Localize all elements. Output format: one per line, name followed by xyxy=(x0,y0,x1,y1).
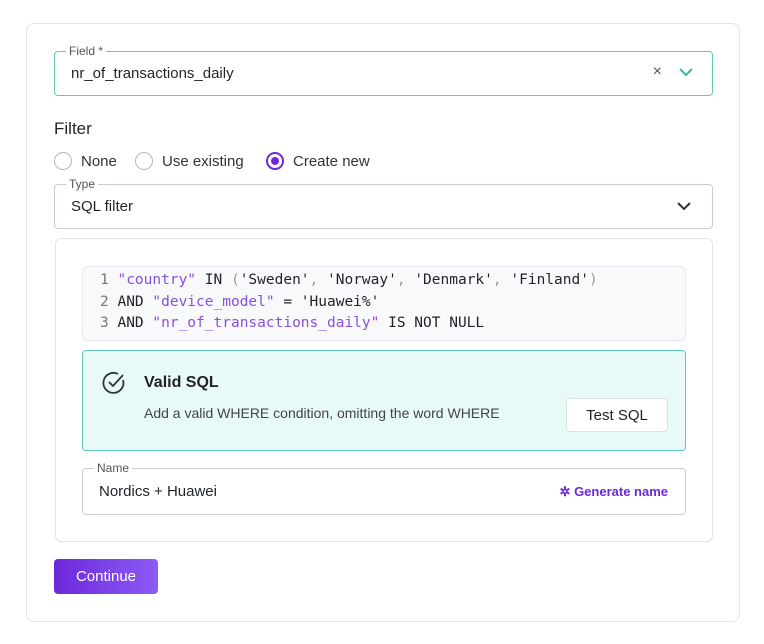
validation-box: Valid SQL Add a valid WHERE condition, o… xyxy=(82,350,686,451)
code-token: AND xyxy=(117,293,153,310)
generate-name-button[interactable]: ✲ Generate name xyxy=(560,484,668,500)
code-token: = 'Huawei%' xyxy=(274,293,380,310)
type-value: SQL filter xyxy=(71,198,133,215)
generate-name-label: Generate name xyxy=(574,484,668,499)
code-line: 3 AND "nr_of_transactions_daily" IS NOT … xyxy=(100,313,685,335)
field-value: nr_of_transactions_daily xyxy=(71,65,234,82)
name-label: Name xyxy=(94,461,133,475)
sql-editor[interactable]: 1 "country" IN ('Sweden', 'Norway', 'Den… xyxy=(82,266,686,341)
chevron-down-icon xyxy=(677,202,691,211)
code-line: 2 AND "device_model" = 'Huawei%' xyxy=(100,292,685,314)
chevron-down-icon[interactable] xyxy=(678,66,694,78)
radio-label: None xyxy=(81,152,117,170)
code-line: 1 "country" IN ('Sweden', 'Norway', 'Den… xyxy=(100,270,685,292)
code-token: , xyxy=(492,272,511,288)
validation-title: Valid SQL xyxy=(144,374,219,391)
radio-label: Use existing xyxy=(162,152,244,170)
field-label: Field * xyxy=(66,44,107,58)
radio-none[interactable]: None xyxy=(54,152,117,170)
radio-create-new[interactable]: Create new xyxy=(266,152,370,170)
type-select[interactable]: Type SQL filter xyxy=(54,177,713,229)
code-token: 'Norway' xyxy=(327,272,397,288)
validation-hint: Add a valid WHERE condition, omitting th… xyxy=(144,405,500,421)
sparkle-icon: ✲ xyxy=(559,484,575,499)
name-input[interactable]: Name Nordics + Huawei ✲ Generate name xyxy=(82,461,686,515)
code-token: 'Finland' xyxy=(510,272,589,288)
code-token: , xyxy=(396,272,415,288)
code-token: ( xyxy=(230,272,240,288)
check-circle-icon xyxy=(102,372,125,394)
code-token: "country" xyxy=(117,272,197,288)
code-token: , xyxy=(309,272,328,288)
code-token: "device_model" xyxy=(152,293,275,310)
filter-heading: Filter xyxy=(54,119,92,138)
radio-label: Create new xyxy=(293,152,370,170)
test-sql-button[interactable]: Test SQL xyxy=(566,398,668,432)
code-token: "nr_of_transactions_daily" xyxy=(152,315,380,331)
code-token: IS NOT NULL xyxy=(379,315,485,331)
clear-icon[interactable]: × xyxy=(653,63,662,81)
field-select[interactable]: Field * nr_of_transactions_daily × xyxy=(54,44,713,96)
line-number: 1 xyxy=(100,272,118,288)
type-label: Type xyxy=(66,177,99,191)
code-token: 'Sweden' xyxy=(239,272,310,288)
line-number: 3 xyxy=(100,315,118,331)
code-token: IN xyxy=(196,272,231,288)
code-token: ) xyxy=(588,272,598,288)
line-number: 2 xyxy=(100,293,118,310)
continue-button[interactable]: Continue xyxy=(54,559,158,594)
radio-use-existing[interactable]: Use existing xyxy=(135,152,244,170)
name-value: Nordics + Huawei xyxy=(99,483,217,500)
code-token: AND xyxy=(117,315,153,331)
code-token: 'Denmark' xyxy=(414,272,493,288)
